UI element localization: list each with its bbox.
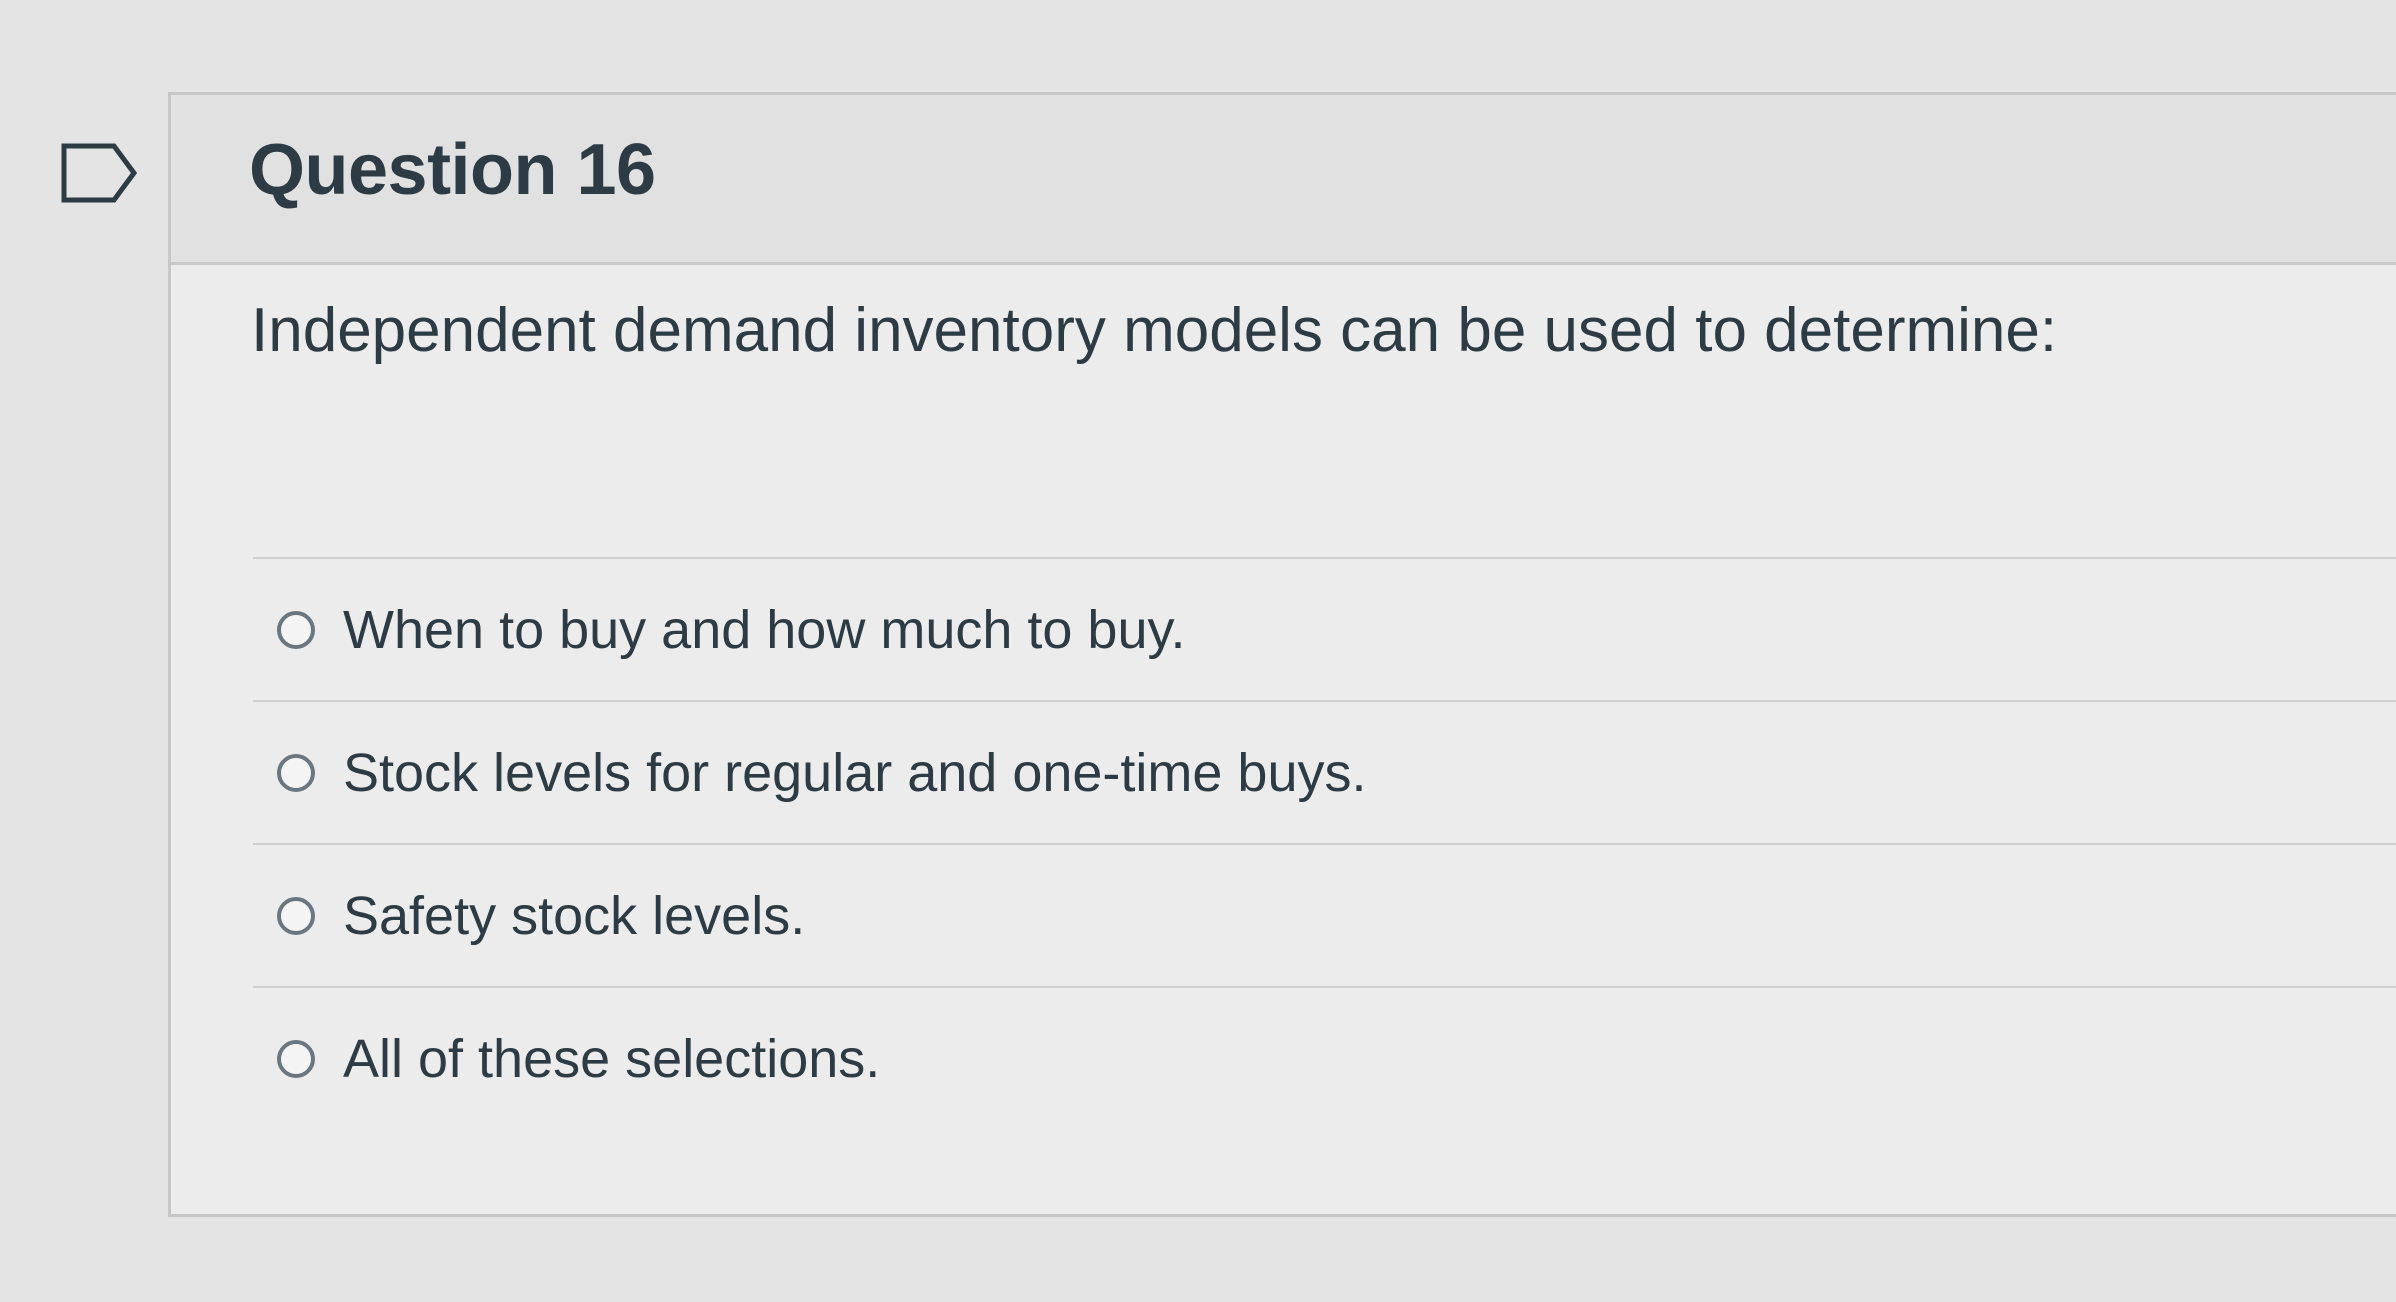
flag-bookmark-icon — [61, 143, 138, 203]
answer-list: When to buy and how much to buy. Stock l… — [253, 557, 2396, 1129]
question-header: Question 16 — [171, 95, 2396, 265]
answer-label[interactable]: Safety stock levels. — [343, 885, 805, 947]
radio-button[interactable] — [277, 1039, 315, 1078]
question-title: Question 16 — [249, 130, 656, 210]
radio-button[interactable] — [277, 896, 315, 935]
answer-option[interactable]: Stock levels for regular and one-time bu… — [253, 700, 2396, 843]
radio-button[interactable] — [277, 610, 315, 649]
question-card: Question 16 Independent demand inventory… — [168, 92, 2396, 1217]
answer-label[interactable]: When to buy and how much to buy. — [343, 599, 1185, 661]
radio-button[interactable] — [277, 753, 315, 792]
answer-label[interactable]: All of these selections. — [343, 1028, 880, 1090]
answer-option[interactable]: Safety stock levels. — [253, 843, 2396, 986]
question-text: Independent demand inventory models can … — [251, 296, 2058, 365]
answer-option[interactable]: All of these selections. — [253, 986, 2396, 1129]
flag-question-icon[interactable] — [60, 142, 140, 204]
answer-option[interactable]: When to buy and how much to buy. — [253, 557, 2396, 700]
answer-label[interactable]: Stock levels for regular and one-time bu… — [343, 742, 1367, 804]
